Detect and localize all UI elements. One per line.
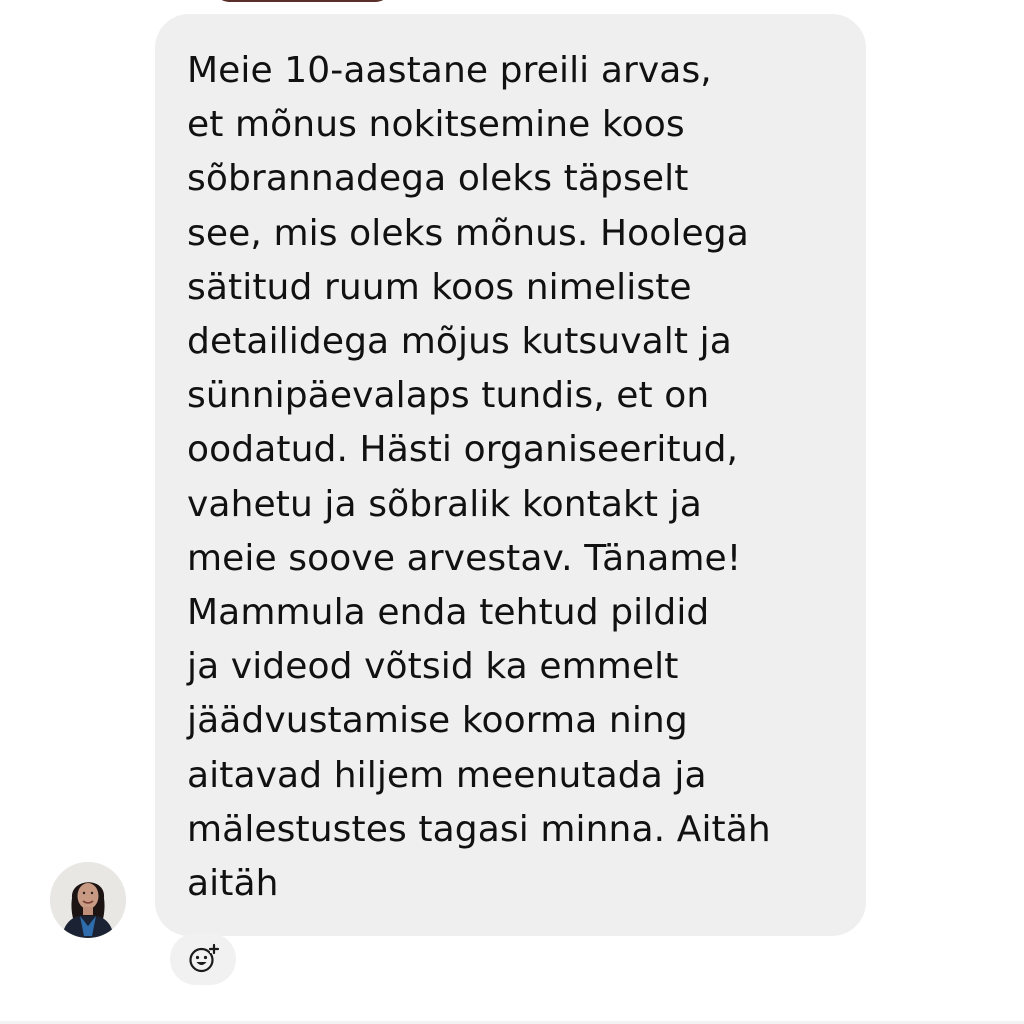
message-line: mälestustes tagasi minna. Aitäh (187, 808, 771, 850)
message-line: vahetu ja sõbralik kontakt ja (187, 483, 702, 525)
message-line: Mammula enda tehtud pildid (187, 592, 710, 634)
message-line: et mõnus nokitsemine koos (187, 104, 685, 146)
message-bubble[interactable]: Meie 10-aastane preili arvas, et mõnus n… (155, 14, 866, 936)
message-line: jäädvustamise koorma ning (187, 700, 688, 742)
message-line: sätitud ruum koos nimeliste (187, 266, 692, 308)
message-line: aitäh (187, 863, 279, 905)
add-reaction-icon (189, 943, 220, 973)
add-reaction-button[interactable] (170, 933, 236, 985)
previous-message-edge (215, 0, 390, 2)
message-line: sõbrannadega oleks täpselt (187, 158, 689, 200)
message-line: see, mis oleks mõnus. Hoolega (187, 212, 749, 254)
message-line: meie soove arvestav. Täname! (187, 537, 742, 579)
message-line: Meie 10-aastane preili arvas, (187, 50, 712, 91)
chat-screen: Meie 10-aastane preili arvas, et mõnus n… (0, 0, 1024, 1024)
message-line: oodatud. Hästi organiseeritud, (187, 429, 739, 471)
message-line: ja videod võtsid ka emmelt (187, 646, 679, 688)
avatar-image (50, 862, 126, 938)
message-line: aitavad hiljem meenutada ja (187, 754, 707, 796)
message-line: sünnipäevalaps tundis, et on (187, 375, 710, 417)
message-line: detailidega mõjus kutsuvalt ja (187, 321, 732, 363)
sender-avatar[interactable] (50, 862, 126, 938)
